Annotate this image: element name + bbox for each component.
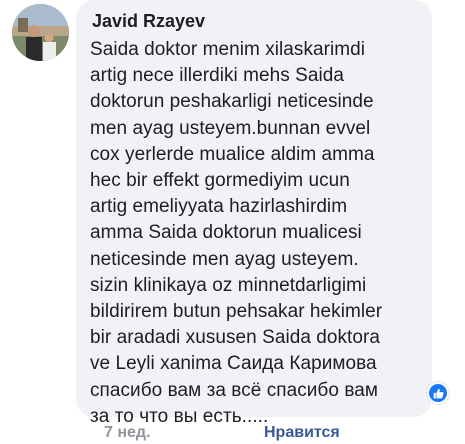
like-icon bbox=[429, 384, 447, 402]
like-button[interactable]: Нравится bbox=[264, 424, 340, 442]
avatar[interactable] bbox=[12, 4, 69, 61]
comment-bubble: Javid Rzayev Saida doktor menim xilaskar… bbox=[76, 0, 432, 427]
comment-text: Saida doktor menim xilaskarimdi artig ne… bbox=[90, 39, 383, 427]
avatar-photo bbox=[12, 4, 69, 61]
comment-author[interactable]: Javid Rzayev bbox=[90, 10, 418, 32]
reaction-badge[interactable] bbox=[427, 382, 449, 404]
comment-timestamp[interactable]: 7 нед. bbox=[104, 424, 151, 442]
comment-actions: 7 нед. Нравится bbox=[0, 424, 465, 444]
